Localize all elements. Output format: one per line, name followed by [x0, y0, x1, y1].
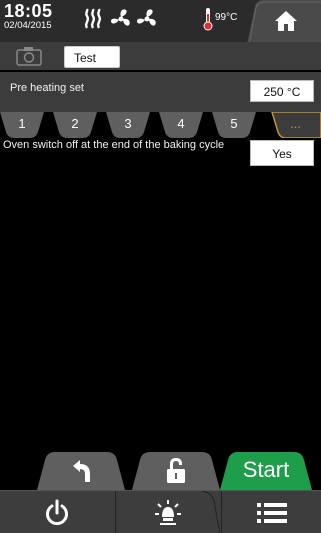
switch-off-toggle[interactable]: Yes	[250, 140, 314, 166]
phase-tab-label: 2	[71, 116, 79, 131]
phase-tab-label: ...	[290, 116, 301, 131]
start-button[interactable]: Start	[220, 452, 312, 490]
phase-tab-label: 3	[124, 116, 132, 131]
program-row: Test	[0, 42, 321, 70]
status-bar: 18:05 02/04/2015 99°C	[0, 0, 321, 44]
unlock-icon	[167, 458, 185, 483]
phase-tab-more[interactable]: ...	[270, 112, 321, 138]
back-button[interactable]	[37, 452, 125, 490]
phase-tab-5[interactable]: 5	[212, 112, 256, 138]
preheat-label: Pre heating set	[10, 82, 84, 94]
undo-arrow-icon	[73, 460, 90, 482]
phase-tab-label: 4	[177, 116, 185, 131]
camera-icon[interactable]	[16, 46, 42, 66]
list-menu-icon	[257, 503, 287, 523]
phase-tab-3[interactable]: 3	[106, 112, 150, 138]
bottom-nav	[0, 490, 321, 533]
program-name-field[interactable]: Test	[64, 46, 120, 68]
phase-tab-label: 5	[230, 116, 238, 131]
power-icon	[46, 499, 68, 526]
lamp-icon	[155, 500, 181, 525]
temperature-readout: 99°C	[215, 12, 238, 23]
phase-tab-2[interactable]: 2	[53, 112, 97, 138]
home-button[interactable]	[247, 0, 321, 44]
fan-icon	[111, 9, 130, 26]
home-icon	[275, 11, 297, 31]
steam-icon	[84, 8, 102, 29]
tab-edge-decoration	[202, 491, 220, 533]
preheat-temperature-field[interactable]: 250 °C	[250, 80, 314, 102]
clock-time: 18:05	[4, 1, 53, 21]
phase-tabs: 1 2 3 4 5 ...	[0, 112, 321, 138]
menu-button[interactable]	[222, 491, 321, 533]
action-bar: Start	[0, 452, 321, 490]
oven-light-button[interactable]	[116, 491, 220, 533]
power-button[interactable]	[0, 491, 115, 533]
clock: 18:05 02/04/2015	[4, 2, 53, 31]
phase-tab-label: 1	[18, 116, 26, 131]
switch-off-label: Oven switch off at the end of the baking…	[3, 139, 225, 151]
clock-date: 02/04/2015	[4, 20, 52, 31]
fan-icon	[137, 9, 156, 26]
preheat-row: Pre heating set 250 °C	[0, 72, 321, 112]
phase-tab-1[interactable]: 1	[0, 112, 44, 138]
start-label: Start	[242, 457, 290, 482]
phase-tab-4[interactable]: 4	[159, 112, 203, 138]
unlock-button[interactable]	[132, 452, 220, 490]
